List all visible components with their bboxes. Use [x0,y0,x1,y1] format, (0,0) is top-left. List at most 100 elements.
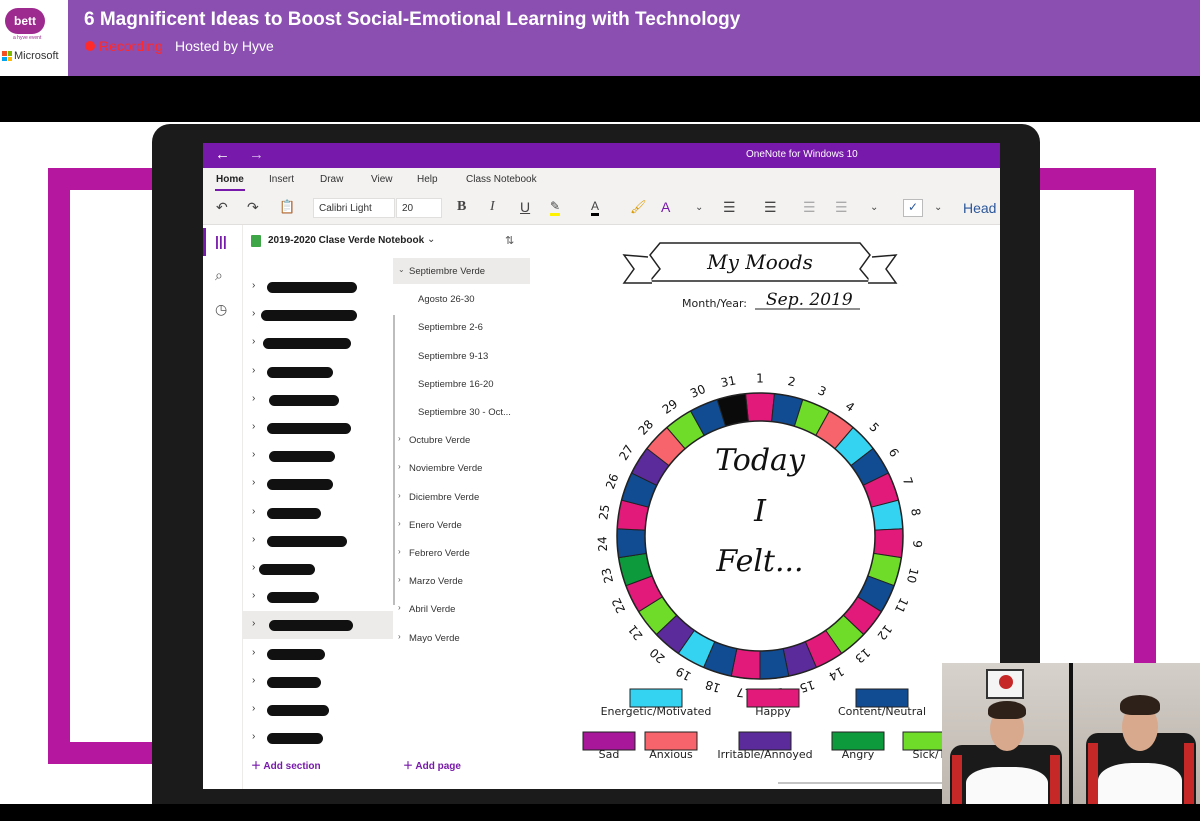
section-item[interactable]: › [243,414,393,442]
format-painter-icon[interactable]: 🖌 [630,199,647,215]
chevron-down-icon[interactable]: ⌄ [398,265,405,274]
redo-icon[interactable]: ↷ [247,199,259,216]
chevron-right-icon[interactable]: › [252,421,255,432]
chevron-right-icon[interactable]: › [252,647,255,658]
chevron-right-icon[interactable]: › [252,449,255,460]
chevron-right-icon[interactable]: › [252,393,255,404]
chevron-down-icon[interactable]: ⌄ [427,234,435,245]
tab-view[interactable]: View [371,174,393,185]
tab-draw[interactable]: Draw [320,174,343,185]
clipboard-icon[interactable]: 📋 [279,199,295,215]
undo-icon[interactable]: ↶ [216,199,228,216]
chevron-down-icon[interactable]: ⌄ [870,202,878,213]
section-item[interactable]: › [243,470,393,498]
bullet-list-icon[interactable]: ☰ [723,199,736,216]
chevron-right-icon[interactable]: › [252,618,255,629]
section-item[interactable]: › [243,724,393,752]
center-caption-line: Today [715,443,806,478]
section-item[interactable]: › [243,358,393,386]
section-item[interactable]: › [243,273,393,301]
title-banner: My Moods [622,242,898,284]
page-item[interactable]: › Mayo Verde [393,625,530,651]
chevron-right-icon[interactable]: › [398,575,401,584]
page-item[interactable]: › Febrero Verde [393,540,530,566]
section-item[interactable]: › [243,527,393,555]
chevron-right-icon[interactable]: › [252,506,255,517]
page-item[interactable]: › Octubre Verde [393,427,530,453]
forward-arrow-icon[interactable]: → [249,146,264,163]
section-item[interactable]: › [243,499,393,527]
chevron-right-icon[interactable]: › [252,562,255,573]
section-item[interactable]: › [243,583,393,611]
add-page-button[interactable]: ＋ Add page [403,757,461,772]
page-item[interactable]: › Abril Verde [393,596,530,622]
tab-home[interactable]: Home [216,174,244,185]
chevron-down-icon[interactable]: ⌄ [934,202,942,213]
chevron-right-icon[interactable]: › [252,477,255,488]
page-item[interactable]: › Enero Verde [393,512,530,538]
font-name-field[interactable]: Calibri Light [313,198,395,218]
section-item[interactable]: › [243,668,393,696]
page-item[interactable]: Septiembre 30 - Oct... [393,399,530,425]
mood-ring-segment [759,648,790,680]
chevron-right-icon[interactable]: › [398,603,401,612]
notebooks-icon[interactable]: ||| [215,233,227,249]
page-canvas[interactable]: My Moods Month/Year: Sep. 2019 123456789… [530,225,1000,789]
page-item[interactable]: Septiembre 2-6 [393,314,530,340]
recent-notes-icon[interactable]: ◷ [215,301,227,318]
redacted-section-name [269,620,353,632]
section-item[interactable]: › [243,696,393,724]
page-item[interactable]: › Diciembre Verde [393,484,530,510]
day-number-label: 27 [616,443,636,463]
font-color-icon[interactable]: A [591,199,600,216]
chevron-right-icon[interactable]: › [398,519,401,528]
chevron-right-icon[interactable]: › [252,703,255,714]
underline-icon[interactable]: U [520,199,530,215]
chevron-right-icon[interactable]: › [252,590,255,601]
chevron-right-icon[interactable]: › [398,462,401,471]
search-icon[interactable]: ⌕ [215,267,223,284]
todo-tag-icon[interactable]: ✓ [903,199,923,217]
add-section-button[interactable]: ＋ Add section [251,757,321,772]
highlight-icon[interactable]: ✎ [550,199,561,216]
section-item[interactable]: › [243,329,393,357]
section-item[interactable]: › [243,640,393,668]
chevron-right-icon[interactable]: › [252,731,255,742]
outdent-icon[interactable]: ☰ [803,199,816,216]
chevron-right-icon[interactable]: › [398,491,401,500]
page-item[interactable]: › Marzo Verde [393,568,530,594]
page-item[interactable]: Septiembre 16-20 [393,371,530,397]
chevron-down-icon[interactable]: ⌄ [695,202,703,213]
legend-label: Energetic/Motivated [601,705,712,718]
section-item[interactable]: › [243,442,393,470]
chevron-right-icon[interactable]: › [398,434,401,443]
chevron-right-icon[interactable]: › [252,280,255,291]
clear-formatting-icon[interactable]: A [661,199,670,215]
chevron-right-icon[interactable]: › [252,675,255,686]
italic-icon[interactable]: I [490,199,495,215]
tab-class-notebook[interactable]: Class Notebook [466,174,537,185]
page-item[interactable]: Septiembre 9-13 [393,343,530,369]
tab-help[interactable]: Help [417,174,438,185]
tab-insert[interactable]: Insert [269,174,294,185]
page-item[interactable]: ⌄ Septiembre Verde [393,258,530,284]
chevron-right-icon[interactable]: › [252,336,255,347]
numbered-list-icon[interactable]: ☰ [764,199,777,216]
back-arrow-icon[interactable]: ← [215,146,230,163]
chevron-right-icon[interactable]: › [252,534,255,545]
font-size-field[interactable]: 20 [396,198,442,218]
section-item[interactable]: › [243,555,393,583]
heading-style-selector[interactable]: Head [963,200,996,216]
bold-icon[interactable]: B [457,199,466,215]
section-item[interactable]: › [243,611,393,640]
chevron-right-icon[interactable]: › [252,308,255,319]
page-item[interactable]: › Noviembre Verde [393,455,530,481]
page-item[interactable]: Agosto 26-30 [393,286,530,312]
chevron-right-icon[interactable]: › [398,632,401,641]
section-item[interactable]: › [243,301,393,329]
indent-icon[interactable]: ☰ [835,199,848,216]
sort-icon[interactable]: ⇅ [505,234,514,247]
chevron-right-icon[interactable]: › [252,365,255,376]
section-item[interactable]: › [243,386,393,414]
chevron-right-icon[interactable]: › [398,547,401,556]
